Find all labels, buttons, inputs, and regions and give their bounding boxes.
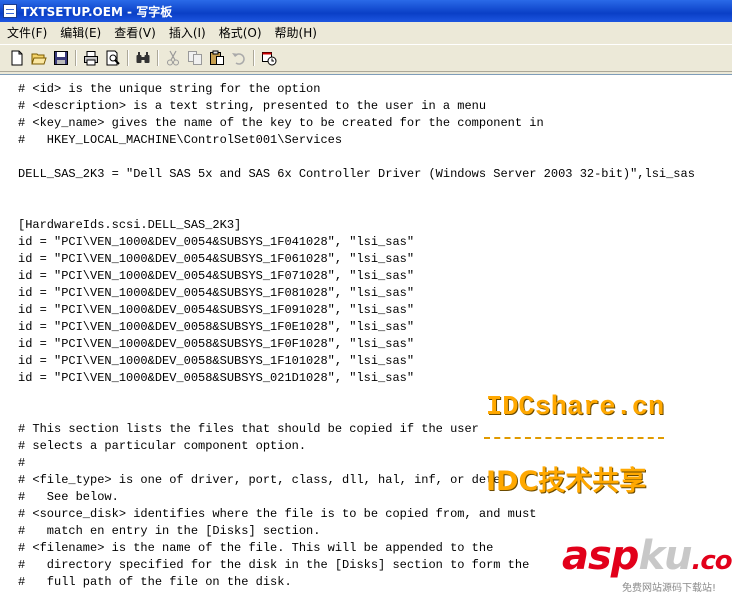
menu-format[interactable]: 格式(O) — [212, 24, 268, 41]
toolbar-separator — [124, 48, 132, 68]
text-line: id = "PCI\VEN_1000&DEV_0058&SUBSYS_021D1… — [18, 371, 415, 385]
text-line — [18, 200, 695, 217]
text-line: id = "PCI\VEN_1000&DEV_0058&SUBSYS_1F101… — [18, 354, 415, 368]
paste-icon[interactable] — [206, 47, 228, 69]
watermark-brand-b: ku — [638, 533, 692, 579]
copy-icon[interactable] — [184, 47, 206, 69]
menu-help[interactable]: 帮助(H) — [268, 24, 323, 41]
date-time-icon[interactable] — [258, 47, 280, 69]
watermark-title: IDC技术共享 — [486, 466, 647, 497]
undo-icon[interactable] — [228, 47, 250, 69]
print-preview-icon[interactable] — [102, 47, 124, 69]
menu-file[interactable]: 文件(F) — [0, 24, 53, 41]
watermark-brand: aspku.com — [562, 533, 732, 579]
text-line — [18, 149, 695, 166]
open-icon[interactable] — [28, 47, 50, 69]
wordpad-icon — [3, 4, 17, 18]
text-line: # <key_name> gives the name of the key t… — [18, 116, 544, 130]
text-line: # HKEY_LOCAL_MACHINE\ControlSet001\Servi… — [18, 133, 343, 147]
watermark-brand-a: asp — [562, 533, 639, 579]
watermark-site: IDCshare.cn — [486, 393, 665, 423]
text-line: # This section lists the files that shou… — [18, 422, 479, 436]
text-line: [HardwareIds.scsi.DELL_SAS_2K3] — [18, 218, 242, 232]
text-line: id = "PCI\VEN_1000&DEV_0058&SUBSYS_1F0F1… — [18, 337, 415, 351]
text-line: # <source_disk> identifies where the fil… — [18, 507, 537, 521]
text-line: id = "PCI\VEN_1000&DEV_0054&SUBSYS_1F061… — [18, 252, 415, 266]
text-line: DELL_SAS_2K3 = "Dell SAS 5x and SAS 6x C… — [18, 167, 695, 181]
menu-view[interactable]: 查看(V) — [107, 24, 162, 41]
text-line: id = "PCI\VEN_1000&DEV_0054&SUBSYS_1F041… — [18, 235, 415, 249]
text-line: # <id> is the unique string for the opti… — [18, 82, 321, 96]
watermark-brand-c: .com — [691, 546, 732, 576]
document-area[interactable]: # <id> is the unique string for the opti… — [0, 74, 732, 597]
save-icon[interactable] — [50, 47, 72, 69]
menu-insert[interactable]: 插入(I) — [162, 24, 212, 41]
text-line: # <description> is a text string, presen… — [18, 99, 487, 113]
toolbar-separator — [250, 48, 258, 68]
text-line: id = "PCI\VEN_1000&DEV_0058&SUBSYS_1F0E1… — [18, 320, 415, 334]
toolbar-separator — [72, 48, 80, 68]
watermark-tagline: 免费网站源码下载站! — [622, 583, 717, 594]
text-line: id = "PCI\VEN_1000&DEV_0054&SUBSYS_1F081… — [18, 286, 415, 300]
new-icon[interactable] — [6, 47, 28, 69]
find-icon[interactable] — [132, 47, 154, 69]
title-bar: TXTSETUP.OEM - 写字板 — [0, 0, 732, 22]
menu-bar: 文件(F) 编辑(E) 查看(V) 插入(I) 格式(O) 帮助(H) — [0, 22, 732, 42]
text-line: id = "PCI\VEN_1000&DEV_0054&SUBSYS_1F071… — [18, 269, 415, 283]
toolbar-separator — [154, 48, 162, 68]
toolbar — [0, 44, 732, 72]
window-title: TXTSETUP.OEM - 写字板 — [21, 4, 173, 19]
cut-icon[interactable] — [162, 47, 184, 69]
text-line: # selects a particular component option. — [18, 439, 307, 453]
text-line: id = "PCI\VEN_1000&DEV_0054&SUBSYS_1F091… — [18, 303, 415, 317]
watermark-divider — [484, 437, 664, 439]
text-line — [18, 183, 695, 200]
document-text: # <id> is the unique string for the opti… — [18, 81, 695, 591]
print-icon[interactable] — [80, 47, 102, 69]
menu-edit[interactable]: 编辑(E) — [53, 24, 107, 41]
